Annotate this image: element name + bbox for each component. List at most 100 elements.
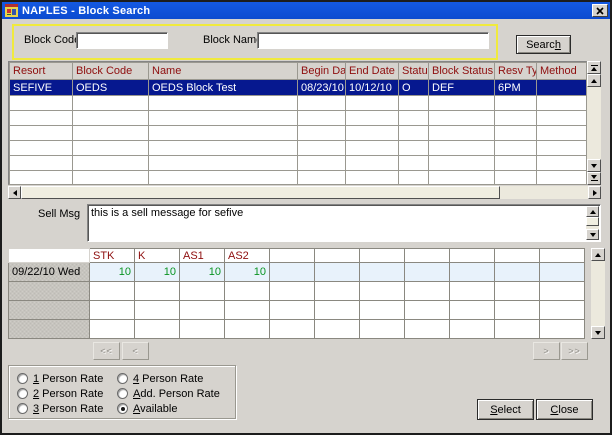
table-cell[interactable]: 08/23/10: [298, 80, 346, 96]
rate-column-header: [315, 249, 360, 263]
rate-options-group: 1 Person Rate 2 Person Rate 3 Person Rate 4…: [8, 365, 236, 419]
rate-cell: [405, 320, 450, 339]
rate-cell: [360, 263, 405, 282]
rate-cell: [135, 301, 180, 320]
scroll-right-button[interactable]: [588, 186, 601, 199]
table-row-empty: [10, 96, 588, 111]
sell-msg-scroll-thumb[interactable]: [586, 217, 599, 226]
rate-cell: 10: [90, 263, 135, 282]
scroll-to-top-button[interactable]: [587, 61, 601, 74]
table-cell[interactable]: [537, 80, 588, 96]
rate-cell: [180, 282, 225, 301]
radio-icon[interactable]: [117, 388, 128, 399]
block-name-label: Block Name: [203, 33, 262, 47]
rate-cell: [405, 282, 450, 301]
results-vertical-scrollbar[interactable]: [587, 61, 601, 185]
rate-cell: [90, 301, 135, 320]
date-row-label: [9, 301, 90, 320]
rate-cell: [315, 320, 360, 339]
rate-grid-scrollbar[interactable]: [591, 248, 605, 339]
radio-option-1-person-rate[interactable]: 1 Person Rate: [17, 372, 103, 385]
last-page-button[interactable]: >>: [561, 342, 588, 360]
next-page-button[interactable]: >: [533, 342, 560, 360]
table-cell[interactable]: SEFIVE: [10, 80, 73, 96]
close-button[interactable]: Close: [536, 399, 593, 420]
column-header: Block Code: [73, 63, 149, 80]
arrow-up-icon: [591, 79, 597, 83]
previous-page-button[interactable]: <: [122, 342, 149, 360]
title-bar: NAPLES - Block Search: [2, 2, 610, 19]
rate-cell: [495, 263, 540, 282]
radio-icon[interactable]: [17, 403, 28, 414]
rate-cell: [360, 320, 405, 339]
table-cell[interactable]: 10/12/10: [346, 80, 399, 96]
radio-label: 1 Person Rate: [33, 373, 103, 385]
rate-column-header: [405, 249, 450, 263]
column-header: Begin Date: [298, 63, 346, 80]
rate-cell: 10: [135, 263, 180, 282]
sell-msg-scroll-down-button[interactable]: [586, 229, 599, 240]
rate-column-header: [450, 249, 495, 263]
rate-cell: [450, 320, 495, 339]
results-horizontal-scrollbar[interactable]: [8, 186, 601, 199]
rate-grid-scroll-down-button[interactable]: [591, 326, 605, 339]
rate-grid: STKKAS1AS209/22/10 Wed10101010: [8, 248, 585, 339]
radio-label: 2 Person Rate: [33, 388, 103, 400]
block-code-input[interactable]: [76, 32, 168, 49]
radio-selected-icon[interactable]: [117, 403, 128, 414]
table-cell[interactable]: OEDS: [73, 80, 149, 96]
close-window-button[interactable]: [592, 4, 608, 17]
scroll-down-button[interactable]: [587, 159, 601, 172]
rate-cell: [405, 301, 450, 320]
rate-column-header: AS1: [180, 249, 225, 263]
rate-cell: 10: [180, 263, 225, 282]
scroll-to-bottom-button[interactable]: [587, 172, 601, 185]
table-row-empty: [10, 126, 588, 141]
radio-option-2-person-rate[interactable]: 2 Person Rate: [17, 387, 103, 400]
rate-column-header: [360, 249, 405, 263]
column-header: Block Status: [429, 63, 495, 80]
scroll-up-button[interactable]: [587, 74, 601, 87]
arrow-up-icon: [590, 210, 596, 214]
radio-option-3-person-rate[interactable]: 3 Person Rate: [17, 402, 103, 415]
rate-grid-scroll-up-button[interactable]: [591, 248, 605, 261]
radio-option-add-person-rate[interactable]: Add. Person Rate: [117, 387, 220, 400]
rate-cell: [135, 282, 180, 301]
rate-column-header: [495, 249, 540, 263]
rate-column-header: AS2: [225, 249, 270, 263]
date-row-label: [9, 282, 90, 301]
rate-cell: [450, 282, 495, 301]
arrow-right-icon: [593, 190, 597, 196]
rate-cell: [270, 301, 315, 320]
first-page-button[interactable]: <<: [93, 342, 120, 360]
rate-cell: [270, 263, 315, 282]
sell-msg-scrollbar[interactable]: [586, 206, 599, 240]
radio-option-4-person-rate[interactable]: 4 Person Rate: [117, 372, 203, 385]
search-button[interactable]: Search: [516, 35, 571, 54]
date-row-label: [9, 320, 90, 339]
sell-msg-scroll-up-button[interactable]: [586, 206, 599, 217]
horizontal-scroll-thumb[interactable]: [21, 186, 500, 199]
column-header: Resort: [10, 63, 73, 80]
table-cell[interactable]: DEF: [429, 80, 495, 96]
date-row-label: 09/22/10 Wed: [9, 263, 90, 282]
radio-icon[interactable]: [17, 388, 28, 399]
block-name-input[interactable]: [257, 32, 489, 49]
results-table: ResortBlock CodeNameBegin DateEnd DateSt…: [9, 62, 587, 185]
sell-msg-textarea[interactable]: this is a sell message for sefive: [87, 204, 601, 242]
grid-corner-cell: [9, 249, 90, 263]
table-cell[interactable]: O: [399, 80, 429, 96]
scroll-left-button[interactable]: [8, 186, 21, 199]
rate-cell: [540, 263, 585, 282]
rate-cell: [405, 263, 450, 282]
select-button[interactable]: Select: [477, 399, 534, 420]
table-cell[interactable]: 6PM: [495, 80, 537, 96]
rate-cell: [540, 320, 585, 339]
radio-option-available[interactable]: Available: [117, 402, 177, 415]
radio-icon[interactable]: [17, 373, 28, 384]
rate-cell: [540, 301, 585, 320]
radio-icon[interactable]: [117, 373, 128, 384]
table-cell[interactable]: OEDS Block Test: [149, 80, 298, 96]
arrow-left-icon: [13, 190, 17, 196]
table-row[interactable]: SEFIVEOEDSOEDS Block Test08/23/1010/12/1…: [10, 80, 588, 96]
